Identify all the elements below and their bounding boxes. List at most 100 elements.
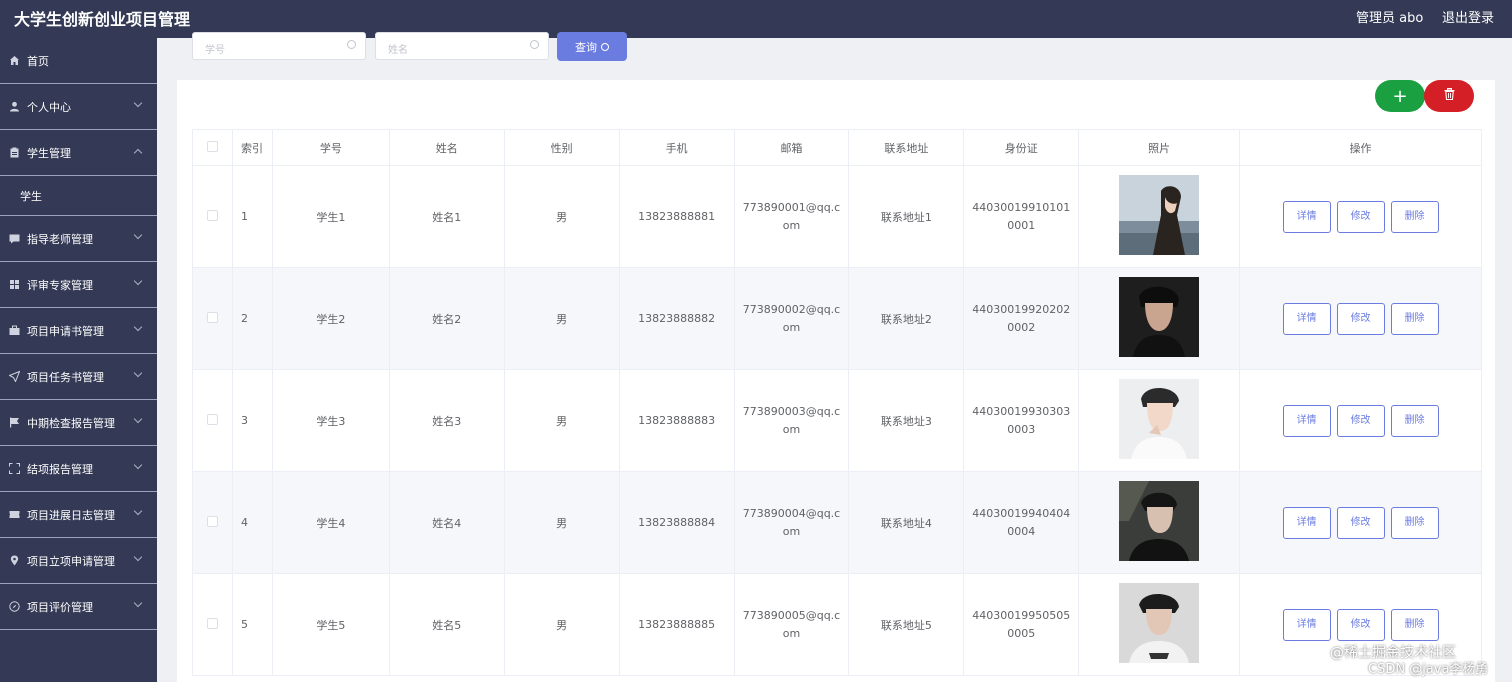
student-id-search-input[interactable]: 学号 — [192, 32, 366, 60]
sidebar-item-application-mgmt[interactable]: 项目申请书管理 — [0, 308, 157, 354]
sidebar-item-evaluation-mgmt[interactable]: 项目评价管理 — [0, 584, 157, 630]
email-text: 773890003@qq.com — [742, 404, 841, 436]
column-header: 联系地址 — [848, 129, 965, 166]
chevron-down-icon — [133, 414, 143, 424]
address-cell: 联系地址5 — [848, 573, 965, 676]
gender-cell: 男 — [503, 267, 620, 370]
row-select-cell[interactable] — [192, 369, 233, 472]
row-checkbox[interactable] — [206, 515, 218, 527]
sidebar-item-profile[interactable]: 个人中心 — [0, 84, 157, 130]
name-cell: 姓名5 — [388, 573, 505, 676]
edit-button[interactable]: 修改 — [1336, 302, 1385, 335]
sidebar-item-expert-mgmt[interactable]: 评审专家管理 — [0, 262, 157, 308]
sidebar-item-task-mgmt[interactable]: 项目任务书管理 — [0, 354, 157, 400]
row-select-cell[interactable] — [192, 573, 233, 676]
gender-cell: 男 — [503, 165, 620, 268]
id-card-text: 440300199505050005 — [972, 608, 1071, 640]
logout-link[interactable]: 退出登录 — [1442, 7, 1494, 26]
sidebar-item-student-mgmt[interactable]: 学生管理 — [0, 130, 157, 176]
detail-button[interactable]: 详情 — [1282, 404, 1331, 437]
id-card-cell: 440300199404040004 — [963, 471, 1080, 574]
row-select-cell[interactable] — [192, 471, 233, 574]
id-card-cell: 440300199505050005 — [963, 573, 1080, 676]
home-icon — [8, 55, 20, 67]
sidebar-item-label: 中期检查报告管理 — [27, 416, 115, 430]
table-row: 5 学生5 姓名5 男 13823888885 773890005@qq.com… — [192, 573, 1482, 676]
row-checkbox[interactable] — [206, 413, 218, 425]
phone-cell: 13823888882 — [618, 267, 735, 370]
sidebar-item-midterm-mgmt[interactable]: 中期检查报告管理 — [0, 400, 157, 446]
chevron-down-icon — [133, 276, 143, 286]
phone-cell: 13823888883 — [618, 369, 735, 472]
edit-button[interactable]: 修改 — [1336, 200, 1385, 233]
student-id-cell: 学生5 — [271, 573, 390, 676]
index-cell: 4 — [231, 471, 273, 574]
table-header-row: 索引 学号 姓名 性别 手机 邮箱 联系地址 身份证 照片 操作 — [192, 129, 1482, 166]
column-header: 索引 — [231, 129, 273, 166]
column-header: 照片 — [1078, 129, 1241, 166]
sidebar-item-label: 结项报告管理 — [27, 462, 93, 476]
sidebar-item-label: 指导老师管理 — [27, 232, 93, 246]
sidebar-item-teacher-mgmt[interactable]: 指导老师管理 — [0, 216, 157, 262]
column-header: 性别 — [503, 129, 620, 166]
row-checkbox[interactable] — [206, 311, 218, 323]
email-cell: 773890003@qq.com — [733, 369, 850, 472]
email-cell: 773890002@qq.com — [733, 267, 850, 370]
id-card-cell: 440300199202020002 — [963, 267, 1080, 370]
compass-icon — [8, 601, 20, 613]
table-row: 3 学生3 姓名3 男 13823888883 773890003@qq.com… — [192, 369, 1482, 472]
row-select-cell[interactable] — [192, 267, 233, 370]
chevron-down-icon — [133, 230, 143, 240]
sidebar-item-label: 学生管理 — [27, 146, 71, 160]
gender-cell: 男 — [503, 369, 620, 472]
email-text: 773890004@qq.com — [742, 506, 841, 538]
sidebar-item-home[interactable]: 首页 — [0, 38, 157, 84]
row-checkbox[interactable] — [206, 617, 218, 629]
batch-delete-button[interactable] — [1424, 80, 1474, 112]
name-search-input[interactable]: 姓名 — [375, 32, 549, 60]
select-all-cell[interactable] — [192, 129, 233, 166]
sidebar-subitem-student[interactable]: 学生 — [0, 176, 157, 216]
photo-cell — [1078, 369, 1241, 472]
student-id-cell: 学生4 — [271, 471, 390, 574]
phone-cell: 13823888884 — [618, 471, 735, 574]
detail-button[interactable]: 详情 — [1282, 200, 1331, 233]
delete-button[interactable]: 删除 — [1390, 506, 1439, 539]
sidebar-item-final-report-mgmt[interactable]: 结项报告管理 — [0, 446, 157, 492]
edit-button[interactable]: 修改 — [1336, 608, 1385, 641]
address-cell: 联系地址3 — [848, 369, 965, 472]
row-select-cell[interactable] — [192, 165, 233, 268]
sidebar-item-label: 个人中心 — [27, 100, 71, 114]
address-cell: 联系地址4 — [848, 471, 965, 574]
chevron-up-icon — [133, 148, 143, 158]
add-button[interactable]: + — [1375, 80, 1425, 112]
detail-button[interactable]: 详情 — [1282, 302, 1331, 335]
delete-button[interactable]: 删除 — [1390, 302, 1439, 335]
location-icon — [8, 555, 20, 567]
address-cell: 联系地址2 — [848, 267, 965, 370]
edit-button[interactable]: 修改 — [1336, 404, 1385, 437]
search-icon — [601, 42, 609, 51]
detail-button[interactable]: 详情 — [1282, 506, 1331, 539]
select-all-checkbox[interactable] — [206, 140, 218, 152]
photo-cell — [1078, 165, 1241, 268]
detail-button[interactable]: 详情 — [1282, 608, 1331, 641]
row-checkbox[interactable] — [206, 209, 218, 221]
sidebar-item-approval-mgmt[interactable]: 项目立项申请管理 — [0, 538, 157, 584]
id-card-text: 440300199404040004 — [972, 506, 1071, 538]
sidebar-item-progress-log-mgmt[interactable]: 项目进展日志管理 — [0, 492, 157, 538]
table-row: 2 学生2 姓名2 男 13823888882 773890002@qq.com… — [192, 267, 1482, 370]
query-button[interactable]: 查询 — [557, 32, 627, 61]
delete-button[interactable]: 删除 — [1390, 608, 1439, 641]
delete-button[interactable]: 删除 — [1390, 404, 1439, 437]
plus-icon: + — [1392, 85, 1408, 107]
actions-cell: 详情 修改 删除 — [1239, 471, 1482, 574]
id-card-cell: 440300199101010001 — [963, 165, 1080, 268]
edit-button[interactable]: 修改 — [1336, 506, 1385, 539]
name-cell: 姓名4 — [388, 471, 505, 574]
chevron-down-icon — [133, 322, 143, 332]
student-photo — [1119, 277, 1200, 357]
id-card-cell: 440300199303030003 — [963, 369, 1080, 472]
column-header: 姓名 — [388, 129, 505, 166]
delete-button[interactable]: 删除 — [1390, 200, 1439, 233]
